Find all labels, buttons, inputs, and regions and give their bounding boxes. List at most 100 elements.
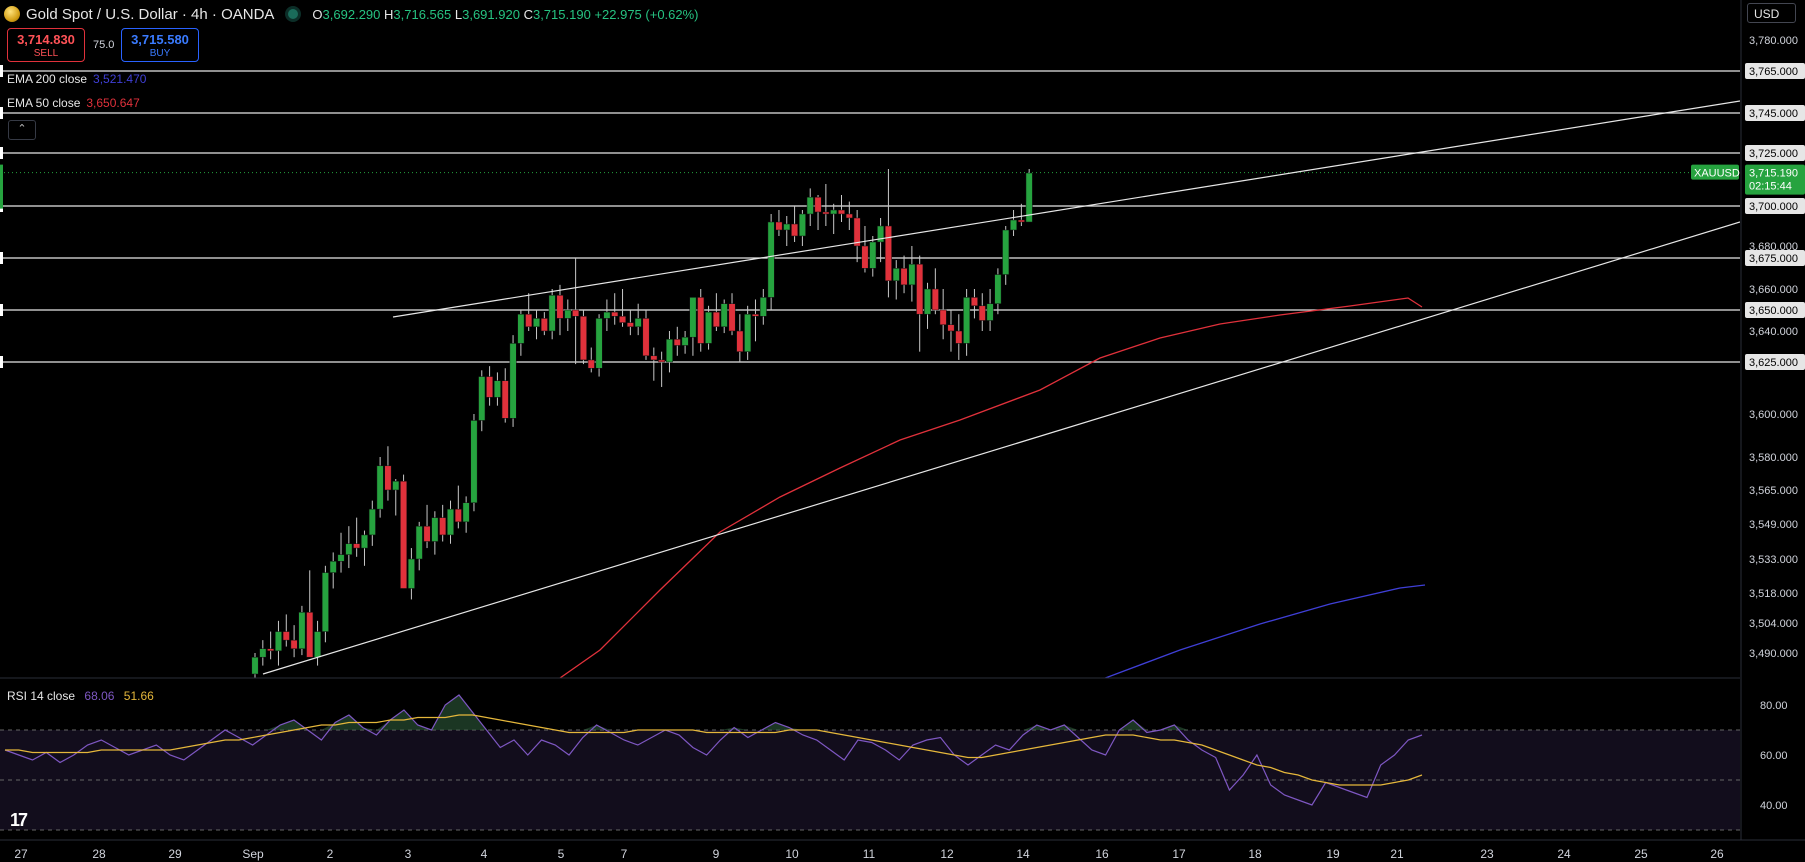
candle-down[interactable] bbox=[931, 288, 939, 311]
candle-up[interactable] bbox=[564, 309, 572, 319]
candle-down[interactable] bbox=[970, 297, 978, 307]
candle-up[interactable] bbox=[298, 612, 306, 649]
candle-up[interactable] bbox=[806, 196, 814, 215]
candle-down[interactable] bbox=[822, 211, 830, 215]
candle-down[interactable] bbox=[916, 263, 924, 315]
candle-up[interactable] bbox=[666, 339, 673, 363]
candle-up[interactable] bbox=[462, 502, 470, 523]
level-handle[interactable] bbox=[0, 65, 3, 77]
candle-down[interactable] bbox=[282, 631, 290, 641]
level-handle[interactable] bbox=[0, 356, 3, 368]
candle-up[interactable] bbox=[908, 263, 916, 286]
candle-down[interactable] bbox=[501, 380, 509, 419]
candle-up[interactable] bbox=[705, 311, 713, 344]
candle-up[interactable] bbox=[361, 534, 368, 549]
candle-down[interactable] bbox=[587, 359, 595, 369]
candle-up[interactable] bbox=[431, 517, 439, 542]
candle-down[interactable] bbox=[454, 508, 462, 523]
candle-up[interactable] bbox=[533, 318, 540, 328]
candle-up[interactable] bbox=[744, 313, 752, 352]
price-chart[interactable]: 3,780.000 3,765.000 3,745.000 3,725.000 3,70… bbox=[0, 0, 1805, 862]
candle-up[interactable] bbox=[321, 572, 329, 632]
candle-up[interactable] bbox=[1002, 229, 1010, 275]
candle-up[interactable] bbox=[493, 380, 501, 398]
level-handle[interactable] bbox=[0, 252, 3, 264]
candle-down[interactable] bbox=[814, 196, 822, 213]
candle-down[interactable] bbox=[642, 318, 650, 357]
upper-channel-trendline[interactable] bbox=[392, 100, 1740, 318]
candle-down[interactable] bbox=[955, 330, 963, 344]
candle-down[interactable] bbox=[697, 297, 705, 344]
candle-up[interactable] bbox=[986, 303, 994, 321]
candle-down[interactable] bbox=[884, 225, 892, 281]
candle-down[interactable] bbox=[838, 209, 845, 215]
candle-down[interactable] bbox=[947, 324, 955, 332]
rsi-legend[interactable]: RSI 14 close 68.06 51.66 bbox=[7, 689, 154, 703]
level-handle[interactable] bbox=[0, 147, 3, 159]
candle-down[interactable] bbox=[791, 223, 799, 237]
collapse-legend-button[interactable]: ⌃ bbox=[8, 120, 36, 140]
candle-up[interactable] bbox=[720, 303, 728, 328]
candle-up[interactable] bbox=[314, 631, 322, 658]
candle-up[interactable] bbox=[407, 558, 415, 589]
candle-up[interactable] bbox=[1010, 219, 1017, 231]
candle-down[interactable] bbox=[353, 543, 361, 549]
candle-up[interactable] bbox=[603, 311, 611, 319]
candle-up[interactable] bbox=[376, 465, 384, 510]
currency-select[interactable]: USD bbox=[1747, 3, 1796, 23]
candle-down[interactable] bbox=[572, 309, 580, 317]
candle-up[interactable] bbox=[337, 554, 345, 562]
candle-up[interactable] bbox=[830, 209, 838, 215]
sell-button[interactable]: 3,714.830 SELL bbox=[7, 28, 85, 62]
candle-up[interactable] bbox=[329, 561, 337, 573]
candle-down[interactable] bbox=[775, 221, 783, 231]
candle-down[interactable] bbox=[658, 359, 666, 363]
candle-up[interactable] bbox=[251, 656, 259, 675]
level-handle[interactable] bbox=[0, 304, 3, 316]
candle-down[interactable] bbox=[978, 305, 986, 321]
candle-up[interactable] bbox=[517, 313, 525, 344]
candle-up[interactable] bbox=[478, 376, 486, 421]
candle-down[interactable] bbox=[861, 245, 869, 269]
candle-up[interactable] bbox=[869, 241, 877, 269]
candle-up[interactable] bbox=[767, 221, 775, 298]
candle-down[interactable] bbox=[712, 311, 720, 328]
candle-up[interactable] bbox=[415, 525, 423, 560]
candle-up[interactable] bbox=[681, 336, 689, 346]
candle-down[interactable] bbox=[900, 268, 908, 286]
candle-up[interactable] bbox=[509, 343, 517, 419]
candle-up[interactable] bbox=[798, 213, 806, 237]
candle-up[interactable] bbox=[548, 295, 556, 332]
candle-up[interactable] bbox=[924, 288, 931, 315]
candle-up[interactable] bbox=[392, 480, 400, 491]
candle-down[interactable] bbox=[290, 639, 298, 649]
candle-down[interactable] bbox=[423, 525, 431, 542]
candle-up[interactable] bbox=[470, 420, 478, 504]
candle-down[interactable] bbox=[400, 480, 408, 589]
candle-up[interactable] bbox=[368, 508, 376, 536]
candle-down[interactable] bbox=[267, 648, 275, 652]
candle-down[interactable] bbox=[540, 318, 548, 332]
candle-down[interactable] bbox=[650, 355, 658, 361]
candle-down[interactable] bbox=[579, 316, 587, 361]
candle-down[interactable] bbox=[626, 322, 634, 328]
candle-up[interactable] bbox=[275, 631, 282, 652]
candle-down[interactable] bbox=[736, 330, 744, 352]
candle-up[interactable] bbox=[759, 297, 767, 317]
tradingview-logo-icon[interactable]: 17 bbox=[10, 810, 28, 831]
candle-down[interactable] bbox=[619, 316, 626, 323]
candle-up[interactable] bbox=[595, 318, 603, 369]
candle-up[interactable] bbox=[634, 318, 642, 328]
candle-down[interactable] bbox=[752, 313, 759, 317]
candle-up[interactable] bbox=[345, 543, 353, 555]
candle-up[interactable] bbox=[892, 268, 900, 281]
candle-up[interactable] bbox=[259, 648, 267, 658]
candle-down[interactable] bbox=[486, 376, 494, 398]
buy-button[interactable]: 3,715.580 BUY bbox=[121, 28, 199, 62]
candle-up[interactable] bbox=[994, 274, 1002, 304]
candle-up[interactable] bbox=[689, 297, 697, 338]
candle-down[interactable] bbox=[306, 612, 314, 658]
candle-down[interactable] bbox=[525, 313, 533, 328]
candle-down[interactable] bbox=[556, 295, 564, 319]
candle-down[interactable] bbox=[611, 311, 619, 317]
